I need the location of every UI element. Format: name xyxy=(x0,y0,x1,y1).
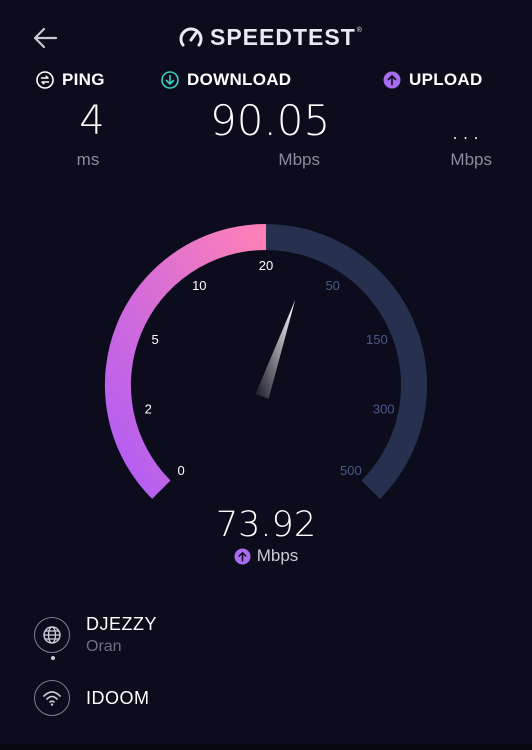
ping-value: 4 xyxy=(79,98,105,144)
provider-location: Oran xyxy=(86,638,122,655)
gauge-tick-150: 150 xyxy=(366,332,388,347)
download-arrow-icon xyxy=(161,71,179,89)
ping-icon xyxy=(36,71,54,89)
provider-name: DJEZZY xyxy=(86,614,158,634)
gauge-tick-10: 10 xyxy=(192,278,206,293)
upload-arrow-icon xyxy=(234,547,251,565)
download-unit: Mbps xyxy=(278,150,320,169)
globe-icon xyxy=(34,617,70,653)
provider-row[interactable]: DJEZZY Oran xyxy=(34,614,157,656)
download-value: 90.05 xyxy=(210,96,331,145)
ping-unit: ms xyxy=(76,150,100,169)
speed-gauge: 0 2 5 10 20 50 150 300 500 xyxy=(104,224,427,499)
active-indicator-dot xyxy=(51,656,55,660)
ping-header: PING xyxy=(36,70,105,90)
connection-row[interactable]: IDOOM xyxy=(34,680,150,716)
current-speed-value: 73.92 xyxy=(215,505,317,545)
logo-text: SPEEDTEST xyxy=(210,24,356,50)
back-button[interactable] xyxy=(30,24,62,52)
speedtest-logo: SPEEDTEST ® xyxy=(178,24,362,51)
gauge-tick-0: 0 xyxy=(177,463,184,478)
ping-label: PING xyxy=(62,70,105,89)
download-header: DOWNLOAD xyxy=(161,70,291,90)
gauge-fill xyxy=(104,224,267,499)
speedometer-icon xyxy=(179,27,203,46)
connection-name: IDOOM xyxy=(86,687,150,708)
upload-header: UPLOAD xyxy=(383,70,483,90)
gauge-needle xyxy=(255,299,296,399)
gauge-tick-2: 2 xyxy=(145,401,152,416)
upload-value: ... xyxy=(450,112,482,147)
gauge-tick-300: 300 xyxy=(373,401,395,416)
upload-unit: Mbps xyxy=(450,150,492,169)
download-label: DOWNLOAD xyxy=(187,70,292,89)
gauge-tick-20: 20 xyxy=(259,258,273,273)
current-speed-unit-label: Mbps xyxy=(256,546,299,565)
arrow-left-icon xyxy=(33,27,58,49)
upload-arrow-icon xyxy=(383,71,401,89)
trademark-mark: ® xyxy=(356,27,362,34)
gauge-tick-50: 50 xyxy=(325,278,339,293)
gauge-tick-500: 500 xyxy=(340,463,362,478)
bottom-bar xyxy=(0,744,532,750)
upload-label: UPLOAD xyxy=(409,70,483,89)
current-speed-unit: Mbps xyxy=(0,546,532,566)
gauge-tick-5: 5 xyxy=(151,332,158,347)
wifi-icon xyxy=(34,680,70,716)
